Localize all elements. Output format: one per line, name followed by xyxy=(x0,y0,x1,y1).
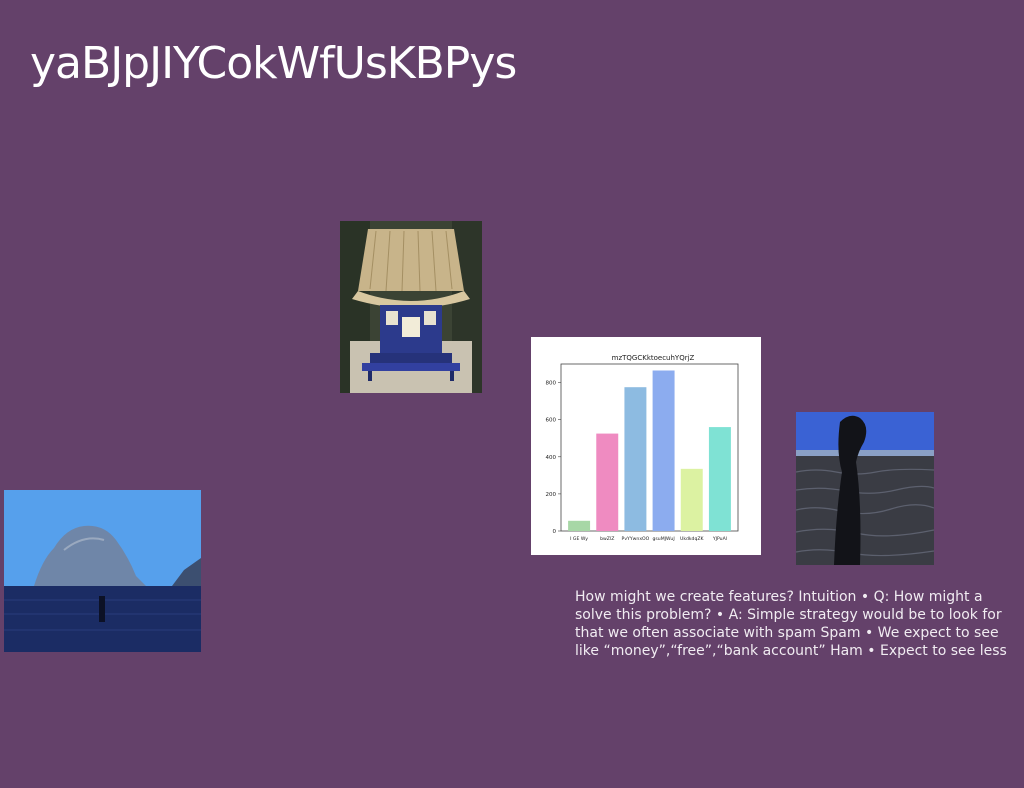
x-tick-label: I GE Wy xyxy=(570,536,588,542)
y-tick-label: 800 xyxy=(546,381,557,387)
x-tick-label: UkdkdqZK xyxy=(680,536,705,542)
x-tick-label: PvYYwnxOO xyxy=(622,536,650,542)
shrine-photo xyxy=(340,221,482,393)
x-tick-label: bwZlZ xyxy=(600,536,614,542)
bar-2 xyxy=(624,387,647,531)
silhouette-photo xyxy=(796,412,934,565)
x-tick-label: YJPuAl xyxy=(712,536,727,542)
bar-4 xyxy=(680,468,703,531)
speaker-notes: How might we create features? Intuition … xyxy=(575,589,1007,659)
y-tick-label: 400 xyxy=(546,455,557,461)
chart-title: mzTQGCKktoecuhYQrjZ xyxy=(612,354,695,362)
x-tick-label: gsuMJWuJ xyxy=(652,536,674,542)
y-tick-label: 0 xyxy=(553,529,557,535)
y-tick-label: 200 xyxy=(546,492,557,498)
bar-chart-svg: mzTQGCKktoecuhYQrjZ 0 200 400 600 800 I GE W… xyxy=(546,354,739,542)
bar-5 xyxy=(708,427,731,531)
slide-title: yaBJpJIYCokWfUsKBPys xyxy=(30,38,517,89)
mountain-photo xyxy=(4,490,201,652)
y-tick-label: 600 xyxy=(546,418,557,424)
bar-0 xyxy=(568,520,591,531)
bar-1 xyxy=(596,433,619,531)
bar-3 xyxy=(652,370,675,531)
bar-chart: mzTQGCKktoecuhYQrjZ 0 200 400 600 800 I GE W… xyxy=(531,337,761,555)
